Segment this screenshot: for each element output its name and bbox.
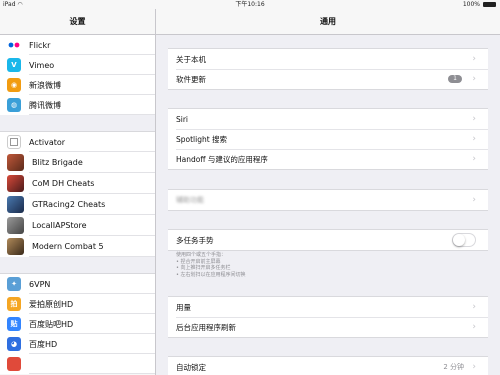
chevron-right-icon: › bbox=[472, 302, 476, 312]
group-usage: 用量 › 后台应用程序刷新 › bbox=[168, 296, 488, 338]
sidebar-item-label: Blitz Brigade bbox=[32, 158, 83, 167]
sidebar-item-label: 爱拍原创HD bbox=[29, 299, 74, 309]
sidebar-item-baidu-tieba[interactable]: 贴 百度贴吧HD bbox=[0, 314, 155, 334]
chevron-right-icon: › bbox=[472, 134, 476, 144]
sidebar-item-label: GTRacing2 Cheats bbox=[32, 200, 106, 209]
sidebar-divider bbox=[0, 115, 155, 132]
sidebar-item-com-dh-cheats[interactable]: CoM DH Cheats bbox=[0, 173, 155, 194]
sidebar-item-gtracing2-cheats[interactable]: GTRacing2 Cheats bbox=[0, 194, 155, 215]
sidebar-item-label: 6VPN bbox=[29, 279, 51, 289]
battery-percent: 100% bbox=[462, 1, 480, 8]
activator-icon bbox=[7, 135, 21, 149]
row-label: 用量 bbox=[176, 302, 191, 312]
chevron-right-icon: › bbox=[472, 195, 476, 205]
page-title: 通用 bbox=[156, 9, 500, 35]
sidebar-item-label: Modern Combat 5 bbox=[32, 242, 104, 251]
modern-combat-5-icon bbox=[7, 238, 24, 255]
row-auto-lock[interactable]: 自动锁定 2 分钟 › bbox=[168, 357, 488, 375]
flickr-icon bbox=[7, 38, 21, 52]
sidebar-title: 设置 bbox=[0, 9, 155, 35]
tencent-weibo-icon: ◍ bbox=[7, 98, 21, 112]
blitz-brigade-icon bbox=[7, 154, 24, 171]
group-siri-search: Siri › Spotlight 搜索 › Handoff 与建议的应用程序 › bbox=[168, 108, 488, 170]
sidebar-item-activator[interactable]: Activator bbox=[0, 132, 155, 152]
row-siri[interactable]: Siri › bbox=[168, 109, 488, 129]
sidebar-item-weibo[interactable]: ◉ 新浪微博 bbox=[0, 75, 155, 95]
group-multitasking: 多任务手势 bbox=[168, 229, 488, 251]
note-line: • 左右划扫以在应用程序间切换 bbox=[176, 271, 246, 278]
sidebar-divider bbox=[0, 257, 155, 274]
update-badge: 1 bbox=[448, 75, 462, 83]
row-label: 后台应用程序刷新 bbox=[176, 322, 236, 332]
status-bar: iPad ◠ 下午10:16 100% bbox=[0, 0, 500, 9]
row-label: Siri bbox=[176, 114, 189, 124]
sidebar-group-more-apps: ✦ 6VPN 拍 爱拍原创HD 贴 百度贴吧HD ◕ 百度HD bbox=[0, 274, 155, 374]
sidebar-item-localiapstore[interactable]: LocalIAPStore bbox=[0, 215, 155, 236]
settings-sidebar[interactable]: 设置 Flickr V Vimeo ◉ 新浪微博 ◍ 腾讯微博 Activato… bbox=[0, 9, 156, 375]
sidebar-group-apps: Activator Blitz Brigade CoM DH Cheats GT… bbox=[0, 132, 155, 257]
chevron-right-icon: › bbox=[472, 154, 476, 164]
partial-app-icon bbox=[7, 357, 21, 371]
sidebar-item-label: 百度贴吧HD bbox=[29, 319, 74, 329]
row-label: 多任务手势 bbox=[176, 235, 214, 245]
sidebar-item-label: 新浪微博 bbox=[29, 80, 61, 90]
com-dh-cheats-icon bbox=[7, 175, 24, 192]
row-label: Handoff 与建议的应用程序 bbox=[176, 154, 268, 164]
sidebar-item-label: Activator bbox=[29, 137, 66, 147]
chevron-right-icon: › bbox=[472, 74, 476, 84]
group-accessibility: 辅助功能 › bbox=[168, 189, 488, 211]
battery-status: 100% bbox=[463, 0, 496, 9]
sidebar-item-vimeo[interactable]: V Vimeo bbox=[0, 55, 155, 75]
chevron-right-icon: › bbox=[472, 114, 476, 124]
weibo-icon: ◉ bbox=[7, 78, 21, 92]
sidebar-item-label: Flickr bbox=[29, 40, 51, 50]
row-blurred[interactable]: 辅助功能 › bbox=[168, 190, 488, 210]
status-time: 下午10:16 bbox=[235, 1, 265, 8]
group-auto-lock: 自动锁定 2 分钟 › bbox=[168, 356, 488, 375]
vimeo-icon: V bbox=[7, 58, 21, 72]
group-about: 关于本机 › 软件更新 1 › bbox=[168, 48, 488, 90]
row-label: 自动锁定 bbox=[176, 362, 206, 372]
sidebar-item-tencent-weibo[interactable]: ◍ 腾讯微博 bbox=[0, 95, 155, 115]
row-about[interactable]: 关于本机 › bbox=[168, 49, 488, 69]
row-label: 软件更新 bbox=[176, 74, 206, 84]
row-multitasking[interactable]: 多任务手势 bbox=[168, 230, 488, 250]
multitasking-toggle[interactable] bbox=[452, 233, 476, 247]
sidebar-item-label: Vimeo bbox=[29, 60, 55, 70]
row-label: Spotlight 搜索 bbox=[176, 134, 228, 144]
vpn-icon: ✦ bbox=[7, 277, 21, 291]
general-settings-panel[interactable]: 通用 关于本机 › 软件更新 1 › Siri › Spotlight 搜索 ›… bbox=[156, 9, 500, 375]
aipai-icon: 拍 bbox=[7, 297, 21, 311]
row-background-refresh[interactable]: 后台应用程序刷新 › bbox=[168, 317, 488, 337]
sidebar-item-label: LocalIAPStore bbox=[32, 221, 87, 230]
row-handoff[interactable]: Handoff 与建议的应用程序 › bbox=[168, 149, 488, 169]
chevron-right-icon: › bbox=[472, 362, 476, 372]
sidebar-group-social: Flickr V Vimeo ◉ 新浪微博 ◍ 腾讯微博 bbox=[0, 35, 155, 115]
battery-icon bbox=[483, 2, 496, 7]
sidebar-item-modern-combat-5[interactable]: Modern Combat 5 bbox=[0, 236, 155, 257]
sidebar-item-flickr[interactable]: Flickr bbox=[0, 35, 155, 55]
sidebar-item-label: 百度HD bbox=[29, 339, 58, 349]
row-usage[interactable]: 用量 › bbox=[168, 297, 488, 317]
row-label: 辅助功能 bbox=[176, 196, 204, 204]
row-spotlight[interactable]: Spotlight 搜索 › bbox=[168, 129, 488, 149]
baidu-icon: ◕ bbox=[7, 337, 21, 351]
sidebar-item-label: 腾讯微博 bbox=[29, 100, 61, 110]
localiapstore-icon bbox=[7, 217, 24, 234]
sidebar-item-6vpn[interactable]: ✦ 6VPN bbox=[0, 274, 155, 294]
auto-lock-value: 2 分钟 bbox=[443, 363, 464, 371]
multitasking-note: 使用四个或五个手指： • 捏合开启前主屏幕 • 向上推扫开启多任务栏 • 左右划… bbox=[176, 252, 346, 278]
sidebar-item-partial[interactable] bbox=[0, 354, 155, 374]
sidebar-item-baidu[interactable]: ◕ 百度HD bbox=[0, 334, 155, 354]
gtracing2-cheats-icon bbox=[7, 196, 24, 213]
row-label: 关于本机 bbox=[176, 54, 206, 64]
chevron-right-icon: › bbox=[472, 54, 476, 64]
baidu-tieba-icon: 贴 bbox=[7, 317, 21, 331]
sidebar-item-aipai[interactable]: 拍 爱拍原创HD bbox=[0, 294, 155, 314]
chevron-right-icon: › bbox=[472, 322, 476, 332]
sidebar-item-label: CoM DH Cheats bbox=[32, 179, 95, 188]
row-software-update[interactable]: 软件更新 1 › bbox=[168, 69, 488, 89]
sidebar-item-blitz-brigade[interactable]: Blitz Brigade bbox=[0, 152, 155, 173]
